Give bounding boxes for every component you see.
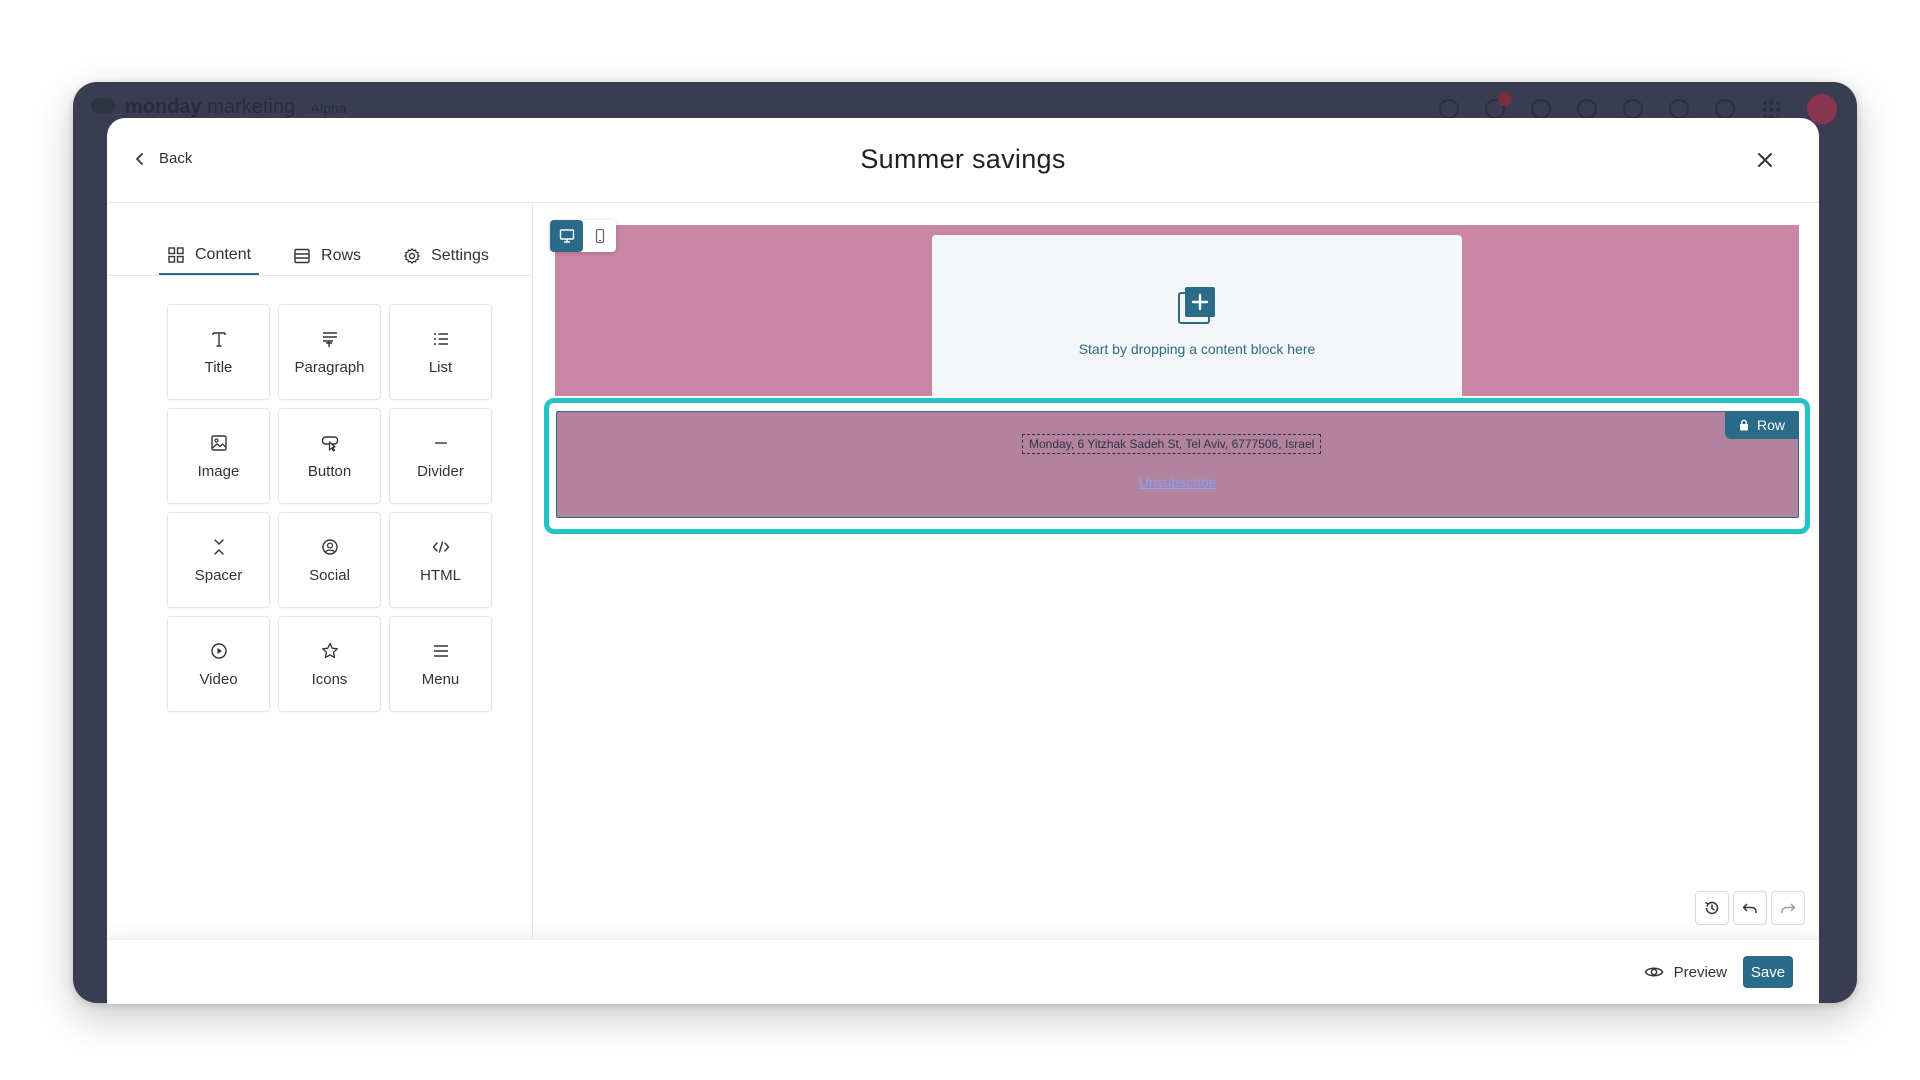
- save-button[interactable]: Save: [1743, 956, 1793, 988]
- selected-row-outline[interactable]: Monday, 6 Yitzhak Sadeh St, Tel Aviv, 67…: [544, 398, 1810, 534]
- brand: monday marketing Alpha: [125, 96, 346, 119]
- row-badge-label: Row: [1756, 417, 1785, 433]
- preview-label: Preview: [1673, 963, 1727, 981]
- drop-zone[interactable]: Start by dropping a content block here: [932, 235, 1462, 396]
- tab-rows[interactable]: Rows: [285, 237, 369, 275]
- block-label: Image: [197, 462, 240, 480]
- add-content-icon: [1178, 287, 1215, 324]
- history-controls: [1695, 891, 1805, 925]
- device-toggle: [550, 220, 616, 252]
- divider-icon: [434, 441, 447, 444]
- modal-footer: Preview Save: [107, 939, 1819, 1004]
- block-video[interactable]: Video: [167, 616, 270, 712]
- email-footer-row[interactable]: Monday, 6 Yitzhak Sadeh St, Tel Aviv, 67…: [556, 411, 1799, 518]
- eye-icon: [1644, 967, 1663, 977]
- block-label: List: [428, 358, 453, 376]
- footer-address[interactable]: Monday, 6 Yitzhak Sadeh St, Tel Aviv, 67…: [1022, 434, 1322, 454]
- grid-icon: [168, 247, 184, 263]
- apps-icon[interactable]: [1623, 99, 1643, 119]
- block-label: Menu: [421, 670, 460, 688]
- block-divider[interactable]: Divider: [389, 408, 492, 504]
- html-icon: [432, 540, 449, 553]
- block-label: Title: [204, 358, 233, 376]
- email-row-empty[interactable]: Start by dropping a content block here: [555, 225, 1799, 396]
- block-list[interactable]: List: [389, 304, 492, 400]
- block-label: Video: [199, 670, 238, 688]
- paragraph-icon: [322, 331, 337, 347]
- desktop-icon: [559, 229, 574, 243]
- block-social[interactable]: Social: [278, 512, 381, 608]
- brand-name: monday: [125, 96, 202, 118]
- block-label: Paragraph: [294, 358, 365, 376]
- block-label: HTML: [420, 566, 461, 584]
- star-icon: [321, 642, 338, 658]
- undo-button[interactable]: [1733, 891, 1767, 925]
- block-image[interactable]: Image: [167, 408, 270, 504]
- monday-logo-icon: [91, 98, 115, 114]
- sidebar-tabs: Content Rows Settings: [159, 237, 497, 275]
- unsubscribe-link[interactable]: Unsubscribe: [557, 474, 1798, 490]
- history-button[interactable]: [1695, 891, 1729, 925]
- tab-label: Rows: [321, 247, 362, 264]
- settings-icon[interactable]: [1439, 99, 1459, 119]
- inbox-icon[interactable]: [1531, 99, 1551, 119]
- title-icon: [211, 331, 226, 347]
- block-title[interactable]: Title: [167, 304, 270, 400]
- tab-label: Settings: [431, 247, 489, 264]
- lock-icon: [1739, 419, 1748, 431]
- block-label: Button: [307, 462, 352, 480]
- block-spacer[interactable]: Spacer: [167, 512, 270, 608]
- brand-product: marketing: [207, 96, 296, 118]
- row-badge[interactable]: Row: [1724, 411, 1799, 439]
- desktop-view-button[interactable]: [550, 220, 583, 252]
- block-paragraph[interactable]: Paragraph: [278, 304, 381, 400]
- button-icon: [321, 435, 338, 452]
- tabs-divider: [107, 275, 533, 276]
- menu-icon: [433, 644, 448, 657]
- preview-button[interactable]: Preview: [1644, 962, 1727, 982]
- tab-settings[interactable]: Settings: [395, 237, 497, 275]
- close-icon[interactable]: [1753, 148, 1777, 172]
- tab-label: Content: [195, 246, 252, 263]
- redo-icon: [1781, 903, 1796, 913]
- block-html[interactable]: HTML: [389, 512, 492, 608]
- email-editor-modal: Back Summer savings Content Rows Setting…: [107, 118, 1819, 1004]
- block-label: Social: [309, 566, 350, 584]
- block-label: Divider: [417, 462, 464, 480]
- list-icon: [433, 332, 448, 345]
- mobile-view-button[interactable]: [583, 220, 616, 252]
- spacer-icon: [213, 538, 224, 555]
- help-icon[interactable]: [1715, 99, 1735, 119]
- block-icons[interactable]: Icons: [278, 616, 381, 712]
- content-sidebar: Content Rows Settings Title Paragraph Li…: [107, 203, 533, 939]
- content-blocks-grid: Title Paragraph List Image Button Divide…: [167, 304, 492, 712]
- gear-icon: [404, 248, 420, 264]
- email-canvas: Start by dropping a content block here M…: [534, 203, 1819, 939]
- history-icon: [1705, 901, 1719, 915]
- mobile-icon: [595, 228, 604, 244]
- block-button[interactable]: Button: [278, 408, 381, 504]
- rows-icon: [294, 248, 310, 264]
- bell-icon[interactable]: [1485, 92, 1512, 119]
- video-icon: [210, 642, 227, 659]
- image-icon: [210, 434, 227, 451]
- social-icon: [321, 538, 338, 555]
- block-label: Icons: [311, 670, 348, 688]
- apps-grid-icon[interactable]: [1761, 99, 1781, 119]
- invite-icon[interactable]: [1577, 99, 1597, 119]
- modal-header: Back Summer savings: [107, 118, 1819, 203]
- block-menu[interactable]: Menu: [389, 616, 492, 712]
- undo-icon: [1742, 903, 1757, 913]
- drop-zone-text: Start by dropping a content block here: [1078, 341, 1316, 357]
- search-icon[interactable]: [1669, 99, 1689, 119]
- page-title: Summer savings: [860, 144, 1066, 174]
- block-label: Spacer: [194, 566, 243, 584]
- redo-button[interactable]: [1771, 891, 1805, 925]
- tab-content[interactable]: Content: [159, 237, 260, 275]
- brand-tag: Alpha: [310, 100, 347, 116]
